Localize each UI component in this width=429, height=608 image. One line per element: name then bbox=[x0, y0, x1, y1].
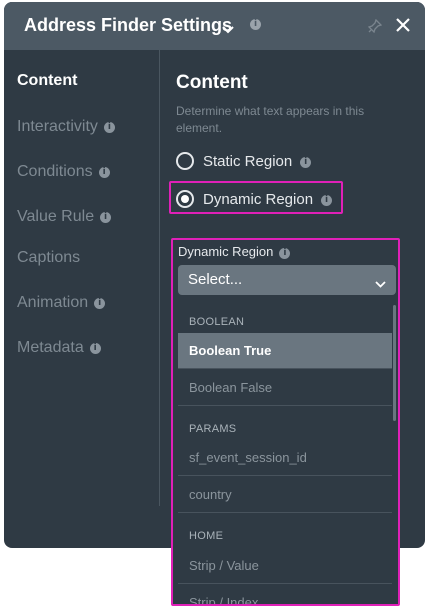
sidebar-item-label: Animation bbox=[17, 294, 89, 311]
info-icon[interactable]: i bbox=[250, 19, 261, 30]
dynamic-region-highlight bbox=[169, 181, 343, 214]
group-header-home: HOME bbox=[189, 530, 224, 542]
sidebar-divider bbox=[159, 50, 160, 506]
info-icon: i bbox=[300, 157, 312, 168]
sidebar-item-label: Metadata bbox=[17, 339, 84, 356]
info-icon: i bbox=[89, 343, 101, 354]
chevron-down-icon bbox=[375, 275, 386, 292]
dynamic-region-select[interactable]: Select... bbox=[178, 265, 396, 295]
field-label: Dynamic Region bbox=[178, 244, 274, 259]
sidebar-item-label: Content bbox=[17, 72, 78, 89]
dropdown-list[interactable]: BOOLEAN Boolean True Boolean False PARAM… bbox=[178, 305, 392, 604]
sidebar-item-label: Conditions bbox=[17, 163, 93, 180]
sidebar-item-label: Interactivity bbox=[17, 118, 98, 135]
sidebar-item-interactivity[interactable]: Interactivity i bbox=[17, 118, 115, 136]
option-strip-index[interactable]: Strip / Index bbox=[178, 585, 392, 604]
option-boolean-true[interactable]: Boolean True bbox=[178, 333, 392, 369]
section-title: Content bbox=[176, 72, 248, 93]
dynamic-region-dropdown-highlight: Dynamic Region i Select... BOOLEAN Boolea… bbox=[171, 238, 400, 606]
sidebar-item-animation[interactable]: Animation i bbox=[17, 294, 106, 312]
static-region-radio[interactable]: Static Region i bbox=[176, 152, 312, 170]
option-country[interactable]: country bbox=[178, 477, 392, 513]
option-sf-event-session-id[interactable]: sf_event_session_id bbox=[178, 440, 392, 476]
sidebar-item-content[interactable]: Content bbox=[17, 72, 77, 90]
info-icon: i bbox=[100, 212, 112, 223]
chevron-down-icon[interactable] bbox=[222, 21, 234, 39]
panel-header: Address Finder Settings i bbox=[4, 2, 425, 50]
settings-sidebar: Content Interactivity i Conditions i Value… bbox=[4, 50, 159, 548]
select-value: Select... bbox=[188, 271, 243, 288]
pin-icon[interactable] bbox=[367, 18, 383, 38]
info-icon: i bbox=[94, 298, 106, 309]
section-description: Determine what text appears in this elem… bbox=[176, 104, 365, 135]
close-icon[interactable] bbox=[395, 17, 411, 38]
sidebar-item-metadata[interactable]: Metadata i bbox=[17, 339, 101, 357]
info-icon: i bbox=[279, 248, 291, 259]
sidebar-item-value-rule[interactable]: Value Rule i bbox=[17, 208, 112, 226]
sidebar-item-label: Captions bbox=[17, 249, 81, 266]
info-icon: i bbox=[98, 167, 110, 178]
dropdown-scrollbar[interactable] bbox=[393, 305, 396, 421]
info-icon: i bbox=[103, 122, 115, 133]
dynamic-region-label: Dynamic Region i bbox=[178, 244, 291, 259]
option-boolean-false[interactable]: Boolean False bbox=[178, 370, 392, 406]
sidebar-item-captions[interactable]: Captions bbox=[17, 249, 80, 267]
radio-unchecked-icon[interactable] bbox=[176, 152, 194, 170]
option-strip-value[interactable]: Strip / Value bbox=[178, 548, 392, 584]
sidebar-item-label: Value Rule bbox=[17, 208, 95, 225]
radio-label: Static Region bbox=[203, 153, 293, 170]
panel-title[interactable]: Address Finder Settings bbox=[24, 15, 232, 36]
sidebar-item-conditions[interactable]: Conditions i bbox=[17, 163, 110, 181]
